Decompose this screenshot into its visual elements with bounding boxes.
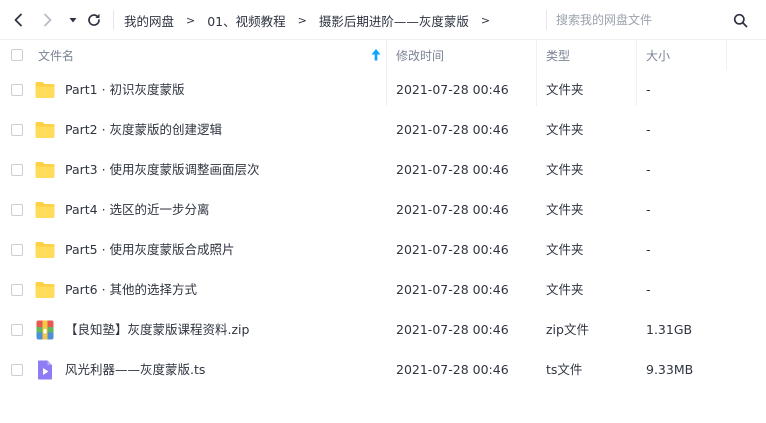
file-type: 文件夹 (546, 122, 584, 137)
folder-icon (35, 122, 55, 138)
column-header-size[interactable]: 大小 (646, 40, 670, 70)
breadcrumb-item-root[interactable]: 我的网盘 (124, 11, 174, 30)
file-size: - (646, 122, 651, 137)
file-size: - (646, 202, 651, 217)
file-type: 文件夹 (546, 282, 584, 297)
search-input[interactable] (556, 9, 726, 31)
row-checkbox[interactable] (11, 124, 23, 136)
history-dropdown-button[interactable] (63, 10, 83, 30)
folder-icon (35, 282, 55, 298)
breadcrumb-separator: > (186, 13, 196, 27)
file-row[interactable]: Part6 · 其他的选择方式 2021-07-28 00:46 文件夹 - (0, 270, 766, 310)
file-row[interactable]: 风光利器——灰度蒙版.ts 2021-07-28 00:46 ts文件 9.33… (0, 350, 766, 390)
sort-up-arrow-icon[interactable] (371, 48, 381, 62)
toolbar-divider (113, 10, 114, 30)
file-modified-time: 2021-07-28 00:46 (396, 242, 509, 257)
column-header-name[interactable]: 文件名 (38, 40, 74, 70)
file-size: 9.33MB (646, 362, 694, 377)
file-list-header: 文件名 修改时间 类型 大小 (0, 40, 766, 70)
refresh-button[interactable] (84, 10, 104, 30)
folder-icon (35, 202, 55, 218)
file-name: 【良知塾】灰度蒙版课程资料.zip (65, 322, 250, 337)
file-name: 风光利器——灰度蒙版.ts (65, 362, 206, 377)
toolbar: 我的网盘 > 01、视频教程 > 摄影后期进阶——灰度蒙版 > (0, 0, 766, 40)
breadcrumb: 我的网盘 > 01、视频教程 > 摄影后期进阶——灰度蒙版 > (124, 0, 502, 40)
forward-button[interactable] (37, 10, 57, 30)
row-checkbox[interactable] (11, 244, 23, 256)
folder-icon (35, 242, 55, 258)
file-name: Part5 · 使用灰度蒙版合成照片 (65, 242, 235, 257)
file-type: zip文件 (546, 322, 589, 337)
file-name: Part3 · 使用灰度蒙版调整画面层次 (65, 162, 260, 177)
back-button[interactable] (9, 10, 29, 30)
folder-icon (35, 162, 55, 178)
column-divider (726, 40, 727, 70)
video-file-icon (38, 360, 52, 380)
file-modified-time: 2021-07-28 00:46 (396, 282, 509, 297)
file-name: Part1 · 初识灰度蒙版 (65, 82, 185, 97)
file-type: 文件夹 (546, 242, 584, 257)
search-button[interactable] (730, 10, 750, 30)
file-name: Part2 · 灰度蒙版的创建逻辑 (65, 122, 223, 137)
breadcrumb-item-videos[interactable]: 01、视频教程 (207, 11, 285, 30)
file-size: 1.31GB (646, 322, 693, 337)
file-modified-time: 2021-07-28 00:46 (396, 362, 509, 377)
row-checkbox[interactable] (11, 324, 23, 336)
column-header-type[interactable]: 类型 (546, 40, 570, 70)
file-type: 文件夹 (546, 82, 584, 97)
file-row[interactable]: Part2 · 灰度蒙版的创建逻辑 2021-07-28 00:46 文件夹 - (0, 110, 766, 150)
file-name: Part6 · 其他的选择方式 (65, 282, 198, 297)
refresh-icon (88, 13, 100, 26)
select-all-checkbox[interactable] (11, 49, 23, 61)
row-checkbox[interactable] (11, 284, 23, 296)
file-row[interactable]: Part1 · 初识灰度蒙版 2021-07-28 00:46 文件夹 - (0, 70, 766, 110)
row-checkbox[interactable] (11, 84, 23, 96)
file-type: ts文件 (546, 362, 583, 377)
breadcrumb-item-current[interactable]: 摄影后期进阶——灰度蒙版 (319, 11, 469, 30)
file-modified-time: 2021-07-28 00:46 (396, 322, 509, 337)
file-row[interactable]: Part4 · 选区的近一步分离 2021-07-28 00:46 文件夹 - (0, 190, 766, 230)
file-row[interactable]: Part5 · 使用灰度蒙版合成照片 2021-07-28 00:46 文件夹 … (0, 230, 766, 270)
file-size: - (646, 162, 651, 177)
file-modified-time: 2021-07-28 00:46 (396, 122, 509, 137)
file-modified-time: 2021-07-28 00:46 (396, 202, 509, 217)
column-header-modified[interactable]: 修改时间 (396, 40, 444, 70)
search-divider (546, 10, 547, 30)
file-type: 文件夹 (546, 202, 584, 217)
row-checkbox[interactable] (11, 204, 23, 216)
file-type: 文件夹 (546, 162, 584, 177)
zip-archive-icon (36, 320, 54, 340)
file-size: - (646, 82, 651, 97)
search-icon (733, 13, 747, 27)
file-row[interactable]: Part3 · 使用灰度蒙版调整画面层次 2021-07-28 00:46 文件… (0, 150, 766, 190)
folder-icon (35, 82, 55, 98)
file-size: - (646, 282, 651, 297)
chevron-left-icon (14, 13, 22, 27)
file-size: - (646, 242, 651, 257)
caret-down-icon (69, 18, 77, 23)
file-modified-time: 2021-07-28 00:46 (396, 82, 509, 97)
breadcrumb-separator: > (480, 13, 491, 27)
chevron-right-icon (44, 13, 52, 27)
row-checkbox[interactable] (11, 364, 23, 376)
breadcrumb-separator: > (297, 13, 307, 27)
row-checkbox[interactable] (11, 164, 23, 176)
file-modified-time: 2021-07-28 00:46 (396, 162, 509, 177)
file-row[interactable]: 【良知塾】灰度蒙版课程资料.zip 2021-07-28 00:46 zip文件… (0, 310, 766, 350)
file-name: Part4 · 选区的近一步分离 (65, 202, 210, 217)
